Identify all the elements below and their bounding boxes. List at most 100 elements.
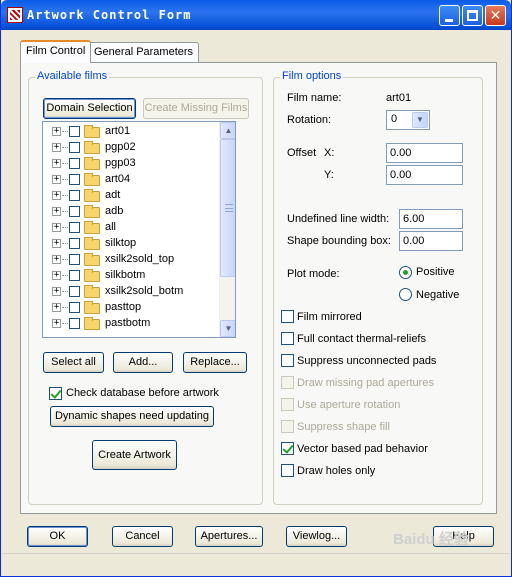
positive-radio[interactable] [399, 266, 412, 279]
suppress-unconnected-pads-checkbox[interactable] [281, 354, 294, 367]
maximize-button[interactable] [462, 5, 483, 26]
vertical-scrollbar[interactable]: ▲ ▼ [219, 122, 235, 337]
expand-icon[interactable]: + [52, 207, 61, 216]
use-aperture-rotation-checkbox[interactable] [281, 398, 294, 411]
folder-icon [84, 317, 100, 330]
film-checkbox[interactable] [69, 174, 80, 185]
list-item[interactable]: + art01 [43, 124, 218, 140]
list-item[interactable]: + adb [43, 204, 218, 220]
offset-y-label: Y: [324, 169, 334, 181]
list-item[interactable]: + pasttop [43, 300, 218, 316]
list-item[interactable]: + art04 [43, 172, 218, 188]
offset-y-input[interactable]: 0.00 [386, 165, 463, 185]
cancel-button[interactable]: Cancel [112, 526, 173, 547]
film-name: adb [105, 205, 124, 217]
grip-icon [225, 204, 233, 212]
vector-based-pad-behavior-checkbox[interactable] [281, 442, 294, 455]
film-name: adt [105, 189, 121, 201]
suppress-shape-fill-checkbox[interactable] [281, 420, 294, 433]
list-item[interactable]: + xsilk2sold_top [43, 252, 218, 268]
negative-radio[interactable] [399, 288, 412, 301]
rotation-select[interactable]: 0 ▼ [386, 110, 430, 130]
film-checkbox[interactable] [69, 142, 80, 153]
check-database-checkbox[interactable] [49, 387, 62, 400]
film-checkbox[interactable] [69, 158, 80, 169]
expand-icon[interactable]: + [52, 223, 61, 232]
expand-icon[interactable]: + [52, 239, 61, 248]
expand-icon[interactable]: + [52, 271, 61, 280]
minimize-button[interactable] [439, 5, 460, 26]
minimize-icon [445, 19, 453, 22]
dynamic-shapes-button[interactable]: Dynamic shapes need updating [50, 406, 214, 427]
expand-icon[interactable]: + [52, 159, 61, 168]
folder-icon [84, 141, 100, 154]
film-checkbox[interactable] [69, 286, 80, 297]
film-name: xsilk2sold_botm [105, 285, 184, 297]
replace-button[interactable]: Replace... [183, 352, 247, 373]
film-tree-list[interactable]: ▲ ▼ + art01 + pgp02 + pgp03 + art04 + adt + adb + all… [42, 121, 236, 338]
scroll-down-icon[interactable]: ▼ [220, 320, 235, 337]
tree-connector [62, 163, 68, 164]
scroll-up-icon[interactable]: ▲ [220, 122, 235, 139]
draw-holes-only-checkbox[interactable] [281, 464, 294, 477]
tree-connector [62, 259, 68, 260]
shape-bounding-box-input[interactable]: 0.00 [399, 231, 463, 251]
list-item[interactable]: + all [43, 220, 218, 236]
folder-icon [84, 285, 100, 298]
film-checkbox[interactable] [69, 222, 80, 233]
film-checkbox[interactable] [69, 254, 80, 265]
domain-selection-button[interactable]: Domain Selection [43, 98, 136, 119]
film-checkbox[interactable] [69, 318, 80, 329]
viewlog-button[interactable]: Viewlog... [286, 526, 347, 547]
apertures-button[interactable]: Apertures... [195, 526, 263, 547]
scroll-thumb[interactable] [220, 139, 235, 277]
full-contact-thermal-reliefs-checkbox[interactable] [281, 332, 294, 345]
tab-film-control[interactable]: Film Control [20, 40, 92, 63]
close-button[interactable]: ✕ [485, 5, 506, 26]
film-name: silktop [105, 237, 137, 249]
title-bar[interactable]: Artwork Control Form ✕ [1, 0, 511, 30]
expand-icon[interactable]: + [52, 191, 61, 200]
close-icon: ✕ [489, 8, 502, 24]
create-artwork-button[interactable]: Create Artwork [92, 440, 177, 470]
list-item[interactable]: + pgp03 [43, 156, 218, 172]
tab-general-parameters[interactable]: General Parameters [88, 42, 200, 63]
film-name: pgp02 [105, 141, 136, 153]
list-item[interactable]: + xsilk2sold_botm [43, 284, 218, 300]
offset-x-input[interactable]: 0.00 [386, 143, 463, 163]
expand-icon[interactable]: + [52, 303, 61, 312]
expand-icon[interactable]: + [52, 255, 61, 264]
film-checkbox[interactable] [69, 238, 80, 249]
list-item[interactable]: + adt [43, 188, 218, 204]
film-checkbox[interactable] [69, 190, 80, 201]
film-name: all [105, 221, 117, 233]
window-title: Artwork Control Form [27, 8, 192, 22]
expand-icon[interactable]: + [52, 175, 61, 184]
create-missing-films-button[interactable]: Create Missing Films [143, 98, 249, 119]
film-mirrored-checkbox[interactable] [281, 310, 294, 323]
list-item[interactable]: + silkbotm [43, 268, 218, 284]
expand-icon[interactable]: + [52, 287, 61, 296]
offset-x-label: X: [324, 147, 335, 159]
draw-missing-pad-apertures-checkbox[interactable] [281, 376, 294, 389]
film-checkbox[interactable] [69, 126, 80, 137]
ok-button[interactable]: OK [27, 526, 88, 547]
add-button[interactable]: Add... [113, 352, 173, 373]
undefined-line-width-input[interactable]: 6.00 [399, 209, 463, 229]
list-item[interactable]: + pastbotm [43, 316, 218, 332]
film-name: art04 [105, 173, 131, 185]
app-icon [7, 7, 23, 23]
list-item[interactable]: + pgp02 [43, 140, 218, 156]
film-checkbox[interactable] [69, 302, 80, 313]
folder-icon [84, 157, 100, 170]
expand-icon[interactable]: + [52, 319, 61, 328]
film-checkbox[interactable] [69, 206, 80, 217]
film-checkbox[interactable] [69, 270, 80, 281]
chevron-down-icon[interactable]: ▼ [412, 112, 428, 128]
film-mirrored-label: Film mirrored [297, 311, 362, 323]
expand-icon[interactable]: + [52, 127, 61, 136]
film-name: xsilk2sold_top [105, 253, 175, 265]
list-item[interactable]: + silktop [43, 236, 218, 252]
select-all-button[interactable]: Select all [43, 352, 104, 373]
expand-icon[interactable]: + [52, 143, 61, 152]
